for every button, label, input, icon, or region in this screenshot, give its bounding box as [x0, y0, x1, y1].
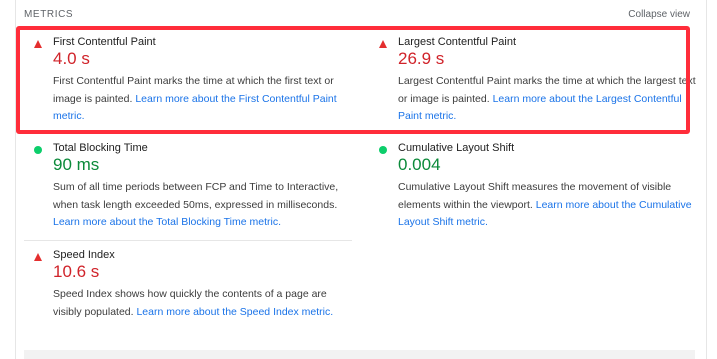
metric-description: Speed Index shows how quickly the conten…: [53, 286, 353, 321]
metrics-section-label: METRICS: [24, 9, 74, 20]
metric-value: 0.004: [398, 155, 441, 174]
metric-divider: [24, 240, 352, 241]
metric-description: Sum of all time periods between FCP and …: [53, 179, 353, 232]
pass-circle-icon: [34, 146, 42, 154]
metrics-panel: METRICS Collapse view First Contentful P…: [0, 0, 717, 359]
next-section-bar: [24, 350, 695, 359]
metric-description: Cumulative Layout Shift measures the mov…: [398, 179, 698, 232]
highlight-annotation-box: [16, 26, 690, 134]
learn-more-link-si[interactable]: Learn more about the Speed Index metric.: [136, 306, 333, 318]
metric-title: Speed Index: [53, 249, 115, 261]
metric-title: Total Blocking Time: [53, 142, 148, 154]
collapse-view-toggle[interactable]: Collapse view: [628, 9, 690, 20]
metric-title: Cumulative Layout Shift: [398, 142, 515, 154]
fail-triangle-icon: [34, 253, 42, 261]
metric-description-text: Sum of all time periods between FCP and …: [53, 181, 339, 211]
metric-value: 90 ms: [53, 155, 100, 174]
pass-circle-icon: [379, 146, 387, 154]
learn-more-link-tbt[interactable]: Learn more about the Total Blocking Time…: [53, 216, 281, 228]
metric-value: 10.6 s: [53, 262, 100, 281]
